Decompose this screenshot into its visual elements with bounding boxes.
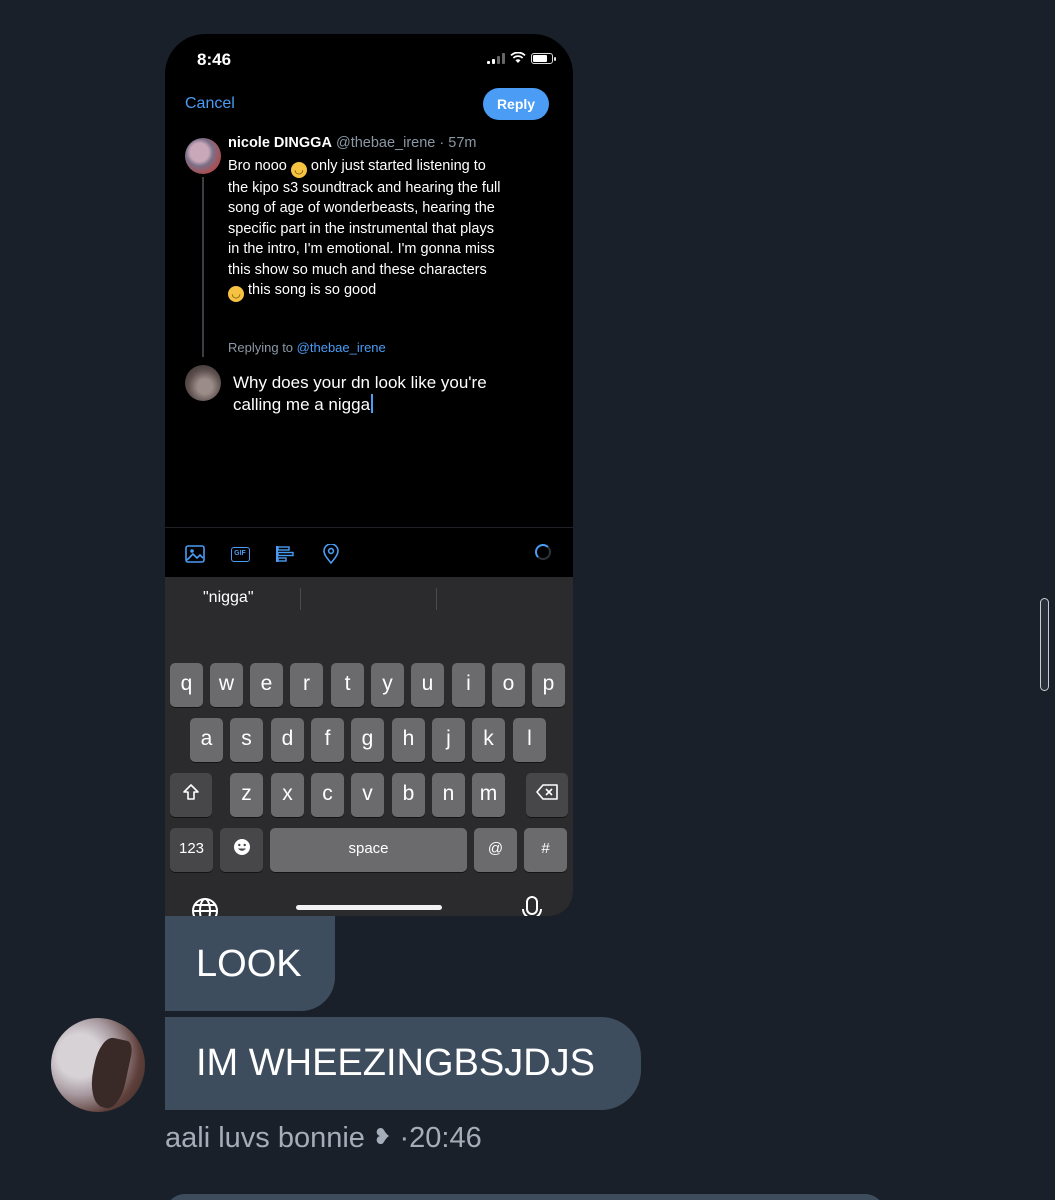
tweet-author-avatar[interactable] xyxy=(185,138,221,174)
key-q[interactable]: q xyxy=(170,663,203,707)
key-m[interactable]: m xyxy=(472,773,505,817)
message-bubble[interactable]: LOOK xyxy=(165,916,335,1011)
key-c[interactable]: c xyxy=(311,773,344,817)
shift-icon xyxy=(183,784,199,800)
keyboard: "nigga" q w e r t y u i o p a s d f g h … xyxy=(165,577,573,916)
space-key[interactable]: space xyxy=(270,828,467,872)
tweet-author-handle[interactable]: @thebae_irene xyxy=(336,135,435,151)
message-time: 20:46 xyxy=(409,1122,482,1154)
key-f[interactable]: f xyxy=(311,718,344,762)
location-icon[interactable] xyxy=(320,543,342,565)
key-j[interactable]: j xyxy=(432,718,465,762)
key-e[interactable]: e xyxy=(250,663,283,707)
avatar[interactable] xyxy=(51,1018,145,1112)
key-z[interactable]: z xyxy=(230,773,263,817)
home-indicator xyxy=(296,905,442,910)
key-a[interactable]: a xyxy=(190,718,223,762)
reply-compose-input[interactable]: Why does your dn look like you're callin… xyxy=(233,372,553,416)
backspace-key[interactable] xyxy=(526,773,568,817)
numbers-key[interactable]: 123 xyxy=(170,828,213,872)
key-t[interactable]: t xyxy=(331,663,364,707)
character-count-icon xyxy=(535,544,551,560)
key-w[interactable]: w xyxy=(210,663,243,707)
at-key[interactable]: @ xyxy=(474,828,517,872)
wifi-icon xyxy=(510,52,526,63)
tweet-age: 57m xyxy=(448,135,477,151)
tweet-text: Bro nooo ◡ only just started listening t… xyxy=(228,158,501,303)
key-p[interactable]: p xyxy=(532,663,565,707)
battery-icon xyxy=(531,53,556,64)
crying-emoji-icon: ◡ xyxy=(228,286,244,303)
key-d[interactable]: d xyxy=(271,718,304,762)
autocorrect-bar: "nigga" xyxy=(165,577,573,619)
globe-icon[interactable] xyxy=(191,897,219,916)
thread-line xyxy=(202,177,204,357)
emoji-key[interactable] xyxy=(220,828,263,872)
key-o[interactable]: o xyxy=(492,663,525,707)
key-y[interactable]: y xyxy=(371,663,404,707)
compose-toolbar: GIF xyxy=(165,527,573,577)
backspace-icon xyxy=(536,784,558,800)
crying-emoji-icon: ◡ xyxy=(290,162,307,178)
tweet-header: nicole DINGGA @thebae_irene · 57m xyxy=(228,135,477,151)
key-s[interactable]: s xyxy=(230,718,263,762)
status-time: 8:46 xyxy=(197,50,232,69)
replying-to-handle[interactable]: @thebae_irene xyxy=(297,340,386,355)
key-x[interactable]: x xyxy=(271,773,304,817)
signal-icon xyxy=(487,53,505,64)
meta-separator: · xyxy=(399,1122,410,1154)
key-h[interactable]: h xyxy=(392,718,425,762)
sender-name[interactable]: aali luvs bonnie xyxy=(165,1122,365,1154)
heart-icon: ❥ xyxy=(372,1124,392,1149)
emoji-icon xyxy=(233,839,250,855)
tweet-author-name[interactable]: nicole DINGGA xyxy=(228,135,332,151)
key-r[interactable]: r xyxy=(290,663,323,707)
message-meta: aali luvs bonnie ❥ ·20:46 xyxy=(165,1122,482,1155)
shift-key[interactable] xyxy=(170,773,212,817)
microphone-icon[interactable] xyxy=(521,895,543,916)
message-text: LOOK xyxy=(196,943,302,985)
replying-to-label: Replying to @thebae_irene xyxy=(228,340,386,355)
hash-key[interactable]: # xyxy=(524,828,567,872)
image-icon[interactable] xyxy=(184,543,206,565)
shared-screenshot[interactable]: 8:46 Cancel Reply nicole DINGGA @thebae_… xyxy=(165,34,573,916)
gif-icon[interactable]: GIF xyxy=(229,543,251,565)
cancel-button[interactable]: Cancel xyxy=(185,95,235,113)
message-bubble[interactable]: IM WHEEZINGBSJDJS xyxy=(165,1017,641,1110)
key-g[interactable]: g xyxy=(351,718,384,762)
key-u[interactable]: u xyxy=(411,663,444,707)
key-l[interactable]: l xyxy=(513,718,546,762)
key-i[interactable]: i xyxy=(452,663,485,707)
message-text: IM WHEEZINGBSJDJS xyxy=(196,1042,596,1084)
scrollbar[interactable] xyxy=(1040,598,1049,691)
text-caret xyxy=(371,394,374,413)
message-bubble[interactable] xyxy=(165,1194,885,1200)
suggestion-word[interactable]: "nigga" xyxy=(203,589,254,607)
key-n[interactable]: n xyxy=(432,773,465,817)
reply-button[interactable]: Reply xyxy=(483,88,549,120)
status-icons xyxy=(487,52,556,64)
poll-icon[interactable] xyxy=(274,543,296,565)
key-v[interactable]: v xyxy=(351,773,384,817)
key-k[interactable]: k xyxy=(472,718,505,762)
my-avatar xyxy=(185,365,221,401)
key-b[interactable]: b xyxy=(392,773,425,817)
